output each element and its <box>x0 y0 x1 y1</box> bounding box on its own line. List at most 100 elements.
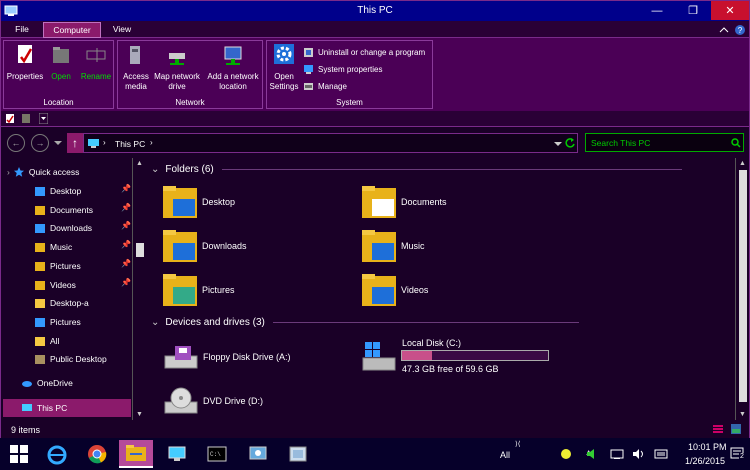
nav-onedrive[interactable]: OneDrive <box>21 375 73 391</box>
manage-button[interactable]: Manage <box>303 78 347 94</box>
dvd-drive-item[interactable]: DVD Drive (D:) <box>163 386 263 416</box>
folders-section-header[interactable]: ⌄ Folders (6) <box>151 164 682 175</box>
breadcrumb-sep-1[interactable]: › <box>103 138 106 147</box>
taskbar-ie[interactable] <box>40 440 74 468</box>
taskbar-all-label[interactable]: All <box>500 450 510 460</box>
taskbar-paint[interactable] <box>281 440 315 468</box>
local-disk-item[interactable]: Local Disk (C:) 47.3 GB free of 59.6 GB <box>361 338 561 378</box>
system-properties-button[interactable]: System properties <box>303 61 382 77</box>
expand-arrow-icon[interactable]: › <box>7 167 10 177</box>
nav-item[interactable]: All <box>34 333 59 349</box>
taskbar-this-pc[interactable] <box>160 440 194 468</box>
forward-button[interactable]: → <box>31 134 49 152</box>
nav-item[interactable]: Videos <box>34 277 76 293</box>
tab-file[interactable]: File <box>5 22 39 38</box>
recent-locations-icon[interactable] <box>54 141 62 147</box>
nav-quick-access-label: Quick access <box>28 167 80 177</box>
nav-this-pc-label: This PC <box>37 403 68 413</box>
nav-scrollbar[interactable]: ▲ ▼ <box>132 158 147 420</box>
address-dropdown-icon[interactable] <box>554 142 562 148</box>
access-media-button[interactable]: Access media <box>120 43 152 92</box>
search-input[interactable]: Search This PC <box>585 133 744 152</box>
taskbar-network[interactable] <box>241 440 275 468</box>
rename-button[interactable]: Rename <box>78 43 114 82</box>
tab-computer[interactable]: Computer <box>43 22 101 38</box>
nav-item[interactable]: Pictures <box>34 258 81 274</box>
qat-newfolder-icon[interactable] <box>21 113 31 124</box>
up-button[interactable]: ↑ <box>67 133 83 153</box>
folder-item[interactable]: Pictures <box>163 274 235 306</box>
speaker-tray-icon[interactable] <box>585 448 599 460</box>
keyboard-icon[interactable] <box>654 448 668 460</box>
close-button[interactable]: ✕ <box>711 1 749 20</box>
folder-icon <box>35 355 45 365</box>
chrome-icon <box>88 445 107 464</box>
nav-item[interactable]: Music <box>34 239 72 255</box>
folder-item[interactable]: Documents <box>362 186 447 218</box>
this-pc-icon <box>22 404 32 411</box>
large-icons-view-icon[interactable] <box>730 423 742 435</box>
properties-button[interactable]: Properties <box>6 43 44 82</box>
address-box[interactable]: › This PC › <box>83 133 578 153</box>
refresh-icon[interactable] <box>564 137 576 149</box>
floppy-drive-item[interactable]: Floppy Disk Drive (A:) <box>163 342 291 372</box>
media-server-icon <box>130 46 140 64</box>
content-scrollbar[interactable]: ▲ ▼ <box>735 158 749 420</box>
folder-item[interactable]: Downloads <box>163 230 247 262</box>
uninstall-program-button[interactable]: Uninstall or change a program <box>303 44 425 60</box>
nav-item[interactable]: Desktop <box>34 183 81 199</box>
breadcrumb-this-pc[interactable]: This PC <box>115 139 145 149</box>
clock-time[interactable]: 10:01 PM <box>688 442 727 452</box>
file-explorer-icon <box>126 445 146 461</box>
svg-text:?: ? <box>738 26 743 35</box>
nav-item[interactable]: Pictures <box>34 314 81 330</box>
open-settings-button[interactable]: Open Settings <box>269 43 299 92</box>
clock-date[interactable]: 1/26/2015 <box>685 456 725 466</box>
network-tray-icon[interactable] <box>610 448 624 460</box>
map-network-drive-button[interactable]: Map network drive <box>152 43 202 92</box>
open-settings-label-2: Settings <box>269 82 299 91</box>
search-icon[interactable] <box>731 138 741 148</box>
minimize-button[interactable]: — <box>639 1 675 20</box>
nav-item-label: Downloads <box>50 223 93 234</box>
open-button[interactable]: Open <box>46 43 76 82</box>
folder-item[interactable]: Videos <box>362 274 428 306</box>
yellow-tray-icon[interactable] <box>560 448 572 460</box>
qat-dropdown-icon[interactable] <box>39 113 48 124</box>
collapse-arrow-icon[interactable]: ⌄ <box>151 164 159 175</box>
nav-item[interactable]: Public Desktop <box>34 351 107 367</box>
details-view-icon[interactable] <box>712 423 724 435</box>
devices-section-header[interactable]: ⌄ Devices and drives (3) <box>151 317 579 328</box>
devices-header-label: Devices and drives (3) <box>165 317 265 328</box>
maximize-button[interactable]: ❐ <box>675 1 711 20</box>
local-disk-free: 47.3 GB free of 59.6 GB <box>402 364 499 374</box>
taskbar-chrome[interactable] <box>80 440 114 468</box>
start-button[interactable] <box>2 440 36 468</box>
nav-quick-access[interactable]: › Quick access <box>7 164 79 180</box>
add-network-location-button[interactable]: Add a network location <box>204 43 262 92</box>
qat-properties-icon[interactable] <box>5 113 15 124</box>
breadcrumb-sep-2[interactable]: › <box>150 138 153 147</box>
help-icon[interactable]: ? <box>734 24 746 36</box>
ribbon-collapse-icon[interactable] <box>719 26 729 34</box>
system-group-label: System <box>336 98 363 107</box>
collapse-arrow-icon[interactable]: ⌄ <box>151 317 159 328</box>
disk-usage-fill <box>402 351 433 360</box>
nav-this-pc[interactable]: This PC <box>3 399 131 417</box>
taskbar-cmd[interactable]: C:\ <box>200 440 234 468</box>
item-count: 9 items <box>11 425 41 435</box>
volume-icon[interactable] <box>632 448 646 460</box>
taskbar-file-explorer[interactable] <box>119 440 153 468</box>
back-button[interactable]: ← <box>7 134 25 152</box>
nav-item[interactable]: Desktop-a <box>34 295 89 311</box>
folder-item[interactable]: Desktop <box>163 186 235 218</box>
tab-view[interactable]: View <box>105 22 139 38</box>
pin-icon: 📌 <box>121 240 131 250</box>
action-center-button[interactable]: 2 <box>730 446 745 460</box>
taskbar-options-icon[interactable]: ⟩⟨ <box>515 440 520 448</box>
nav-item[interactable]: Documents <box>34 202 93 218</box>
nav-item[interactable]: Downloads <box>34 220 92 236</box>
system-properties-label: System properties <box>318 64 383 74</box>
folder-item[interactable]: Music <box>362 230 425 262</box>
nav-item-label: Pictures <box>50 260 81 271</box>
